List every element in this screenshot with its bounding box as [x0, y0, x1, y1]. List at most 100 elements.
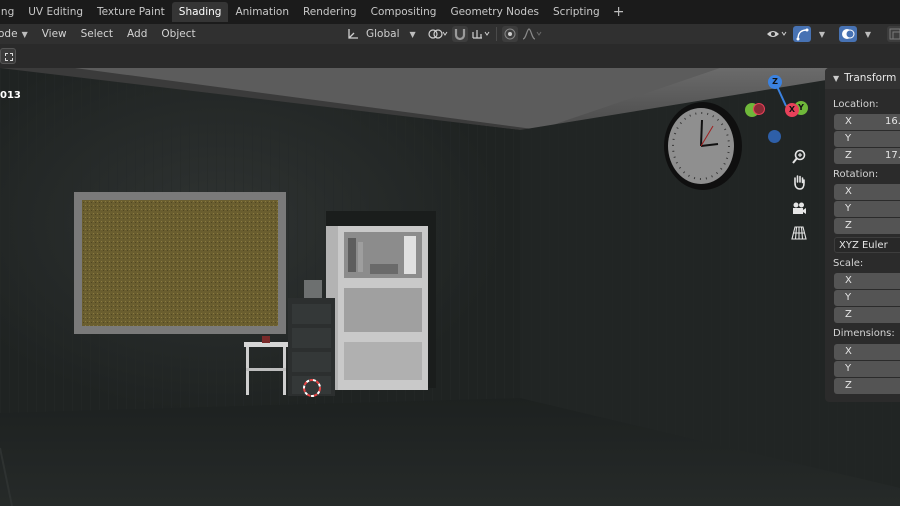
tab-geometry-nodes[interactable]: Geometry Nodes: [443, 2, 546, 22]
axis-label: Y: [845, 292, 852, 303]
tab-rendering[interactable]: Rendering: [296, 2, 364, 22]
3d-viewport[interactable]: 013 Z Y X: [0, 68, 900, 506]
drawer: [292, 328, 331, 348]
axis-label: X: [845, 275, 852, 286]
rotation-y-field[interactable]: Y: [834, 201, 900, 217]
chevron-down-icon: ▼: [818, 29, 826, 39]
axis-label: Z: [845, 150, 852, 161]
location-y-field[interactable]: Y: [834, 131, 900, 147]
snap-increment-icon: [472, 30, 490, 39]
axis-label: X: [845, 346, 852, 357]
tool-settings-row: [0, 44, 900, 68]
location-x-field[interactable]: X 16.: [834, 114, 900, 130]
overlays-dropdown[interactable]: ▼: [860, 26, 876, 42]
mode-label: ode: [0, 28, 18, 40]
axis-label: Z: [845, 380, 852, 391]
drawer: [292, 376, 331, 394]
select-box-tool-icon[interactable]: [0, 48, 16, 64]
pivot-icon: [428, 29, 448, 39]
clock-hour-hand: [700, 119, 703, 147]
transform-title: Transform: [844, 72, 897, 84]
chevron-down-icon: ▼: [409, 29, 416, 39]
proportional-edit-icon: [504, 28, 516, 40]
transform-tools-group: Global ▼: [344, 24, 543, 44]
transform-panel-header[interactable]: ▼ Transform: [825, 68, 900, 89]
side-table-shelf: [246, 368, 286, 371]
shelf-inner-bot: [344, 342, 422, 380]
drawer: [292, 352, 331, 372]
zoom-icon[interactable]: [789, 148, 809, 166]
shelf-book: [404, 236, 416, 274]
gizmo-z-axis[interactable]: Z: [768, 75, 782, 89]
falloff-curve-icon: [522, 28, 542, 40]
dimensions-label: Dimensions:: [833, 328, 895, 339]
proportional-edit-toggle[interactable]: [501, 26, 518, 42]
orientation-axes-icon: [348, 29, 358, 39]
scale-y-field[interactable]: Y1: [834, 290, 900, 306]
magnet-icon: [454, 29, 465, 41]
chevron-down-icon: ▼: [21, 30, 28, 39]
rotation-z-field[interactable]: Z: [834, 218, 900, 234]
xray-icon: [889, 28, 900, 40]
snap-target-dropdown[interactable]: [471, 26, 491, 42]
navigation-gizmo[interactable]: Z Y X: [740, 70, 810, 150]
gizmo-neg-z-axis[interactable]: [768, 130, 781, 143]
xray-toggle[interactable]: [887, 26, 900, 42]
dimensions-x-field[interactable]: X: [834, 344, 900, 360]
tab-compositing[interactable]: Compositing: [364, 2, 444, 22]
axis-label: X: [845, 186, 852, 197]
scale-z-field[interactable]: Z1: [834, 307, 900, 323]
chevron-down-icon: ▼: [833, 74, 840, 83]
hand-pan-icon[interactable]: [789, 173, 809, 191]
pivot-point-dropdown[interactable]: [427, 26, 449, 42]
axis-label: Y: [845, 203, 852, 214]
transform-panel: ▼ Transform Location: X 16. Y Z 17. Rotatio…: [825, 68, 900, 402]
tab-modeling[interactable]: ing: [0, 2, 21, 22]
field-value: 16.: [885, 116, 900, 127]
shelf-box: [370, 264, 398, 274]
overlays-icon: [842, 29, 855, 39]
gizmo-x-axis[interactable]: X: [785, 103, 799, 117]
tab-uv-editing[interactable]: UV Editing: [21, 2, 90, 22]
rotation-mode-dropdown[interactable]: XYZ Euler: [834, 237, 900, 253]
menu-object[interactable]: Object: [154, 28, 202, 40]
viewport-display-group: ▼ ▼: [766, 24, 900, 44]
grid-perspective-icon[interactable]: [789, 224, 809, 242]
axis-label: Z: [845, 309, 852, 320]
falloff-dropdown[interactable]: [521, 26, 543, 42]
viewport-header: ode ▼ View Select Add Object Global ▼ ▼ …: [0, 24, 900, 44]
gizmo-toggle[interactable]: [793, 26, 811, 42]
menu-select[interactable]: Select: [74, 28, 120, 40]
orientation-label: Global: [366, 28, 400, 40]
dimensions-y-field[interactable]: Y: [834, 361, 900, 377]
tab-shading[interactable]: Shading: [171, 2, 229, 22]
location-z-field[interactable]: Z 17.: [834, 148, 900, 164]
location-label: Location:: [833, 99, 879, 110]
add-workspace-button[interactable]: +: [607, 4, 631, 20]
axis-label: Z: [845, 220, 852, 231]
gizmo-dropdown[interactable]: ▼: [814, 26, 830, 42]
visibility-dropdown[interactable]: [766, 26, 790, 42]
field-value: 17.: [885, 150, 900, 161]
axis-label: Y: [845, 363, 852, 374]
scale-x-field[interactable]: X1: [834, 273, 900, 289]
overlays-toggle[interactable]: [839, 26, 857, 42]
corkboard: [82, 200, 278, 326]
workspace-tab-bar: ing UV Editing Texture Paint Shading Ani…: [0, 0, 900, 24]
tab-animation[interactable]: Animation: [228, 2, 296, 22]
orientation-dropdown[interactable]: Global ▼: [344, 26, 418, 42]
dimensions-z-field[interactable]: Z: [834, 378, 900, 394]
rotation-label: Rotation:: [833, 169, 879, 180]
axis-label: Y: [845, 133, 852, 144]
shelf-book: [358, 242, 363, 272]
gizmo-neg-x-axis[interactable]: [753, 103, 765, 115]
mode-selector[interactable]: ode ▼: [0, 28, 35, 40]
rotation-x-field[interactable]: X: [834, 184, 900, 200]
snap-toggle[interactable]: [451, 26, 468, 42]
menu-view[interactable]: View: [35, 28, 74, 40]
tab-scripting[interactable]: Scripting: [546, 2, 607, 22]
menu-add[interactable]: Add: [120, 28, 154, 40]
camera-icon[interactable]: [789, 199, 809, 217]
tab-texture-paint[interactable]: Texture Paint: [90, 2, 172, 22]
gizmo-icon: [796, 28, 809, 41]
